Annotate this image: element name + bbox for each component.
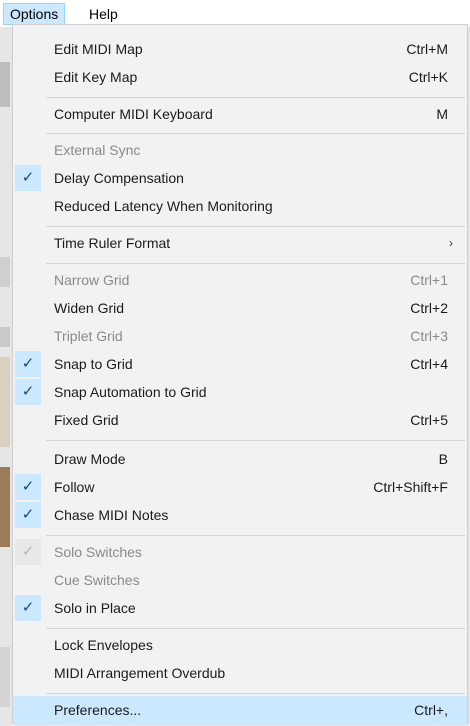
menu-item-label: Triplet Grid xyxy=(54,328,123,344)
menu-separator xyxy=(46,133,465,134)
menu-item-label: Narrow Grid xyxy=(54,272,130,288)
menu-item-snap-automation-to-grid[interactable]: ✓ Snap Automation to Grid xyxy=(13,378,467,406)
menu-item-shortcut: M xyxy=(436,106,448,122)
chevron-right-icon: › xyxy=(449,236,453,250)
menu-item-preferences[interactable]: Preferences... Ctrl+, xyxy=(13,696,467,725)
menu-item-label: Time Ruler Format xyxy=(54,235,171,251)
menu-item-chase-midi-notes[interactable]: ✓ Chase MIDI Notes xyxy=(13,501,467,529)
background-app-edge xyxy=(0,27,12,726)
menu-item-label: Cue Switches xyxy=(54,572,140,588)
menu-item-label: Preferences... xyxy=(54,702,142,718)
menu-item-shortcut: Ctrl+5 xyxy=(410,412,448,428)
menu-item-label: Widen Grid xyxy=(54,300,125,316)
menu-item-shortcut: Ctrl+1 xyxy=(410,272,448,288)
menu-item-reduced-latency[interactable]: Reduced Latency When Monitoring xyxy=(13,192,467,220)
menu-item-label: Computer MIDI Keyboard xyxy=(54,106,213,122)
menu-separator xyxy=(46,628,465,629)
menu-item-snap-to-grid[interactable]: ✓ Snap to Grid Ctrl+4 xyxy=(13,350,467,378)
checkmark-icon: ✓ xyxy=(15,539,41,565)
menu-item-label: Delay Compensation xyxy=(54,170,184,186)
menu-item-shortcut: Ctrl+Shift+F xyxy=(373,479,448,495)
menu-separator xyxy=(46,693,465,694)
menu-item-label: Chase MIDI Notes xyxy=(54,507,169,523)
menu-item-computer-midi-keyboard[interactable]: Computer MIDI Keyboard M xyxy=(13,100,467,128)
menu-item-fixed-grid[interactable]: Fixed Grid Ctrl+5 xyxy=(13,406,467,434)
checkmark-icon: ✓ xyxy=(15,474,41,500)
options-dropdown-menu: Edit MIDI Map Ctrl+M Edit Key Map Ctrl+K… xyxy=(12,24,468,725)
menu-item-label: External Sync xyxy=(54,142,141,158)
menu-item-shortcut: Ctrl+M xyxy=(406,41,448,57)
menu-item-shortcut: Ctrl+K xyxy=(408,69,448,85)
menu-item-cue-switches: Cue Switches xyxy=(13,566,467,594)
menubar-options[interactable]: Options xyxy=(3,3,66,25)
menu-item-time-ruler-format[interactable]: Time Ruler Format › xyxy=(13,229,467,257)
menu-item-label: Follow xyxy=(54,479,95,495)
menu-item-edit-midi-map[interactable]: Edit MIDI Map Ctrl+M xyxy=(13,35,467,63)
menu-separator xyxy=(46,226,465,227)
menu-item-shortcut: B xyxy=(438,451,448,467)
menu-item-label: Edit Key Map xyxy=(54,69,138,85)
menu-item-label: Snap to Grid xyxy=(54,356,133,372)
checkmark-icon: ✓ xyxy=(15,379,41,405)
menu-item-widen-grid[interactable]: Widen Grid Ctrl+2 xyxy=(13,294,467,322)
menubar-help[interactable]: Help xyxy=(83,4,124,24)
menu-item-delay-compensation[interactable]: ✓ Delay Compensation xyxy=(13,164,467,192)
menu-item-lock-envelopes[interactable]: Lock Envelopes xyxy=(13,631,467,659)
checkmark-icon: ✓ xyxy=(15,595,41,621)
menu-item-label: Lock Envelopes xyxy=(54,637,153,653)
menu-item-narrow-grid: Narrow Grid Ctrl+1 xyxy=(13,266,467,294)
menu-item-label: Draw Mode xyxy=(54,451,126,467)
app-window: Options Help Edit MIDI Map Ctrl+M Edit K… xyxy=(0,0,470,726)
menu-item-triplet-grid: Triplet Grid Ctrl+3 xyxy=(13,322,467,350)
menu-item-label: Solo Switches xyxy=(54,544,142,560)
menu-item-label: Reduced Latency When Monitoring xyxy=(54,198,273,214)
checkmark-icon: ✓ xyxy=(15,502,41,528)
menu-item-solo-switches: ✓ Solo Switches xyxy=(13,538,467,566)
menu-item-draw-mode[interactable]: Draw Mode B xyxy=(13,445,467,473)
menu-item-label: MIDI Arrangement Overdub xyxy=(54,665,226,681)
menu-item-label: Solo in Place xyxy=(54,600,136,616)
menu-bar: Options Help xyxy=(0,0,470,27)
menu-item-label: Fixed Grid xyxy=(54,412,119,428)
checkmark-icon: ✓ xyxy=(15,165,41,191)
menu-item-shortcut: Ctrl+4 xyxy=(410,356,448,372)
menu-item-solo-in-place[interactable]: ✓ Solo in Place xyxy=(13,594,467,622)
menu-item-midi-arrangement-overdub[interactable]: MIDI Arrangement Overdub xyxy=(13,659,467,687)
menu-item-label: Edit MIDI Map xyxy=(54,41,143,57)
menu-item-shortcut: Ctrl+, xyxy=(414,702,448,718)
menu-item-edit-key-map[interactable]: Edit Key Map Ctrl+K xyxy=(13,63,467,91)
menu-item-shortcut: Ctrl+2 xyxy=(410,300,448,316)
menu-item-external-sync: External Sync xyxy=(13,136,467,164)
menu-item-shortcut: Ctrl+3 xyxy=(410,328,448,344)
checkmark-icon: ✓ xyxy=(15,351,41,377)
menu-separator xyxy=(46,535,465,536)
menu-item-label: Snap Automation to Grid xyxy=(54,384,207,400)
menu-separator xyxy=(46,440,465,441)
menu-item-follow[interactable]: ✓ Follow Ctrl+Shift+F xyxy=(13,473,467,501)
menu-separator xyxy=(46,263,465,264)
menu-separator xyxy=(46,97,465,98)
